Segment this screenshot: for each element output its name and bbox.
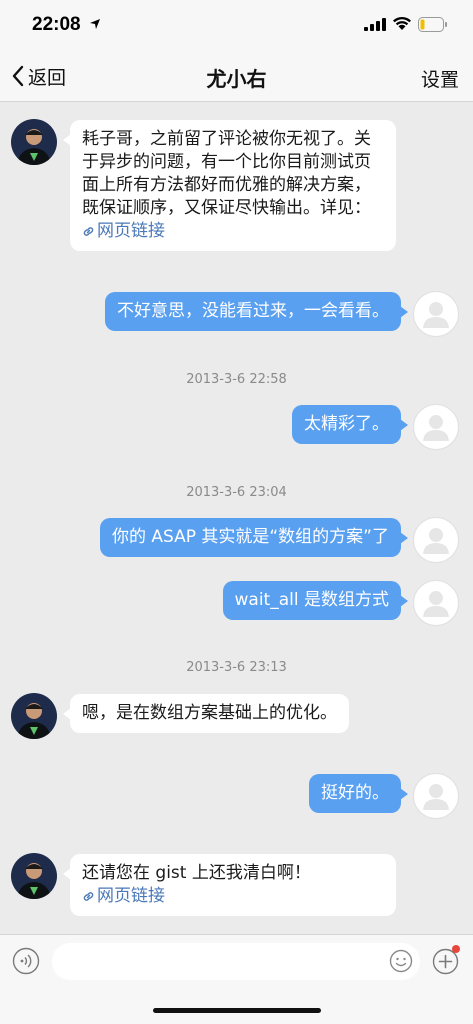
home-indicator[interactable] (153, 1008, 321, 1013)
user-avatar-icon (11, 119, 57, 165)
message-bubble-outgoing[interactable]: 太精彩了。 (292, 405, 408, 444)
user-avatar-icon (11, 853, 57, 899)
message-text: wait_all 是数组方式 (234, 590, 389, 610)
voice-icon[interactable] (12, 947, 40, 975)
self-avatar[interactable] (413, 580, 459, 626)
default-avatar-icon (423, 415, 449, 441)
self-avatar[interactable] (413, 517, 459, 563)
status-bar: 22:08 (0, 0, 473, 50)
web-link[interactable]: 网页链接 (82, 886, 165, 906)
message-bubble-incoming[interactable]: 耗子哥，之前留了评论被你无视了。关于异步的问题，有一个比你目前测试页面上所有方法… (63, 120, 396, 251)
message-text: 耗子哥，之前留了评论被你无视了。关于异步的问题，有一个比你目前测试页面上所有方法… (82, 129, 371, 218)
self-avatar[interactable] (413, 291, 459, 337)
battery-icon (418, 17, 447, 32)
message-text: 挺好的。 (321, 783, 389, 803)
link-icon (83, 227, 94, 236)
message-bubble-outgoing[interactable]: 不好意思，没能看过来，一会看看。 (105, 292, 408, 331)
web-link-label: 网页链接 (97, 221, 165, 241)
notification-badge (452, 945, 460, 953)
message-bubble-outgoing[interactable]: wait_all 是数组方式 (222, 581, 409, 620)
input-bar (0, 934, 473, 988)
page-title: 尤小右 (206, 67, 267, 91)
message-text: 你的 ASAP 其实就是“数组的方案”了 (111, 527, 389, 547)
avatar[interactable] (11, 853, 57, 899)
default-avatar-icon (423, 591, 449, 617)
message-bubble-incoming[interactable]: 还请您在 gist 上还我清白啊！ 网页链接 (63, 854, 396, 916)
message-text: 嗯，是在数组方案基础上的优化。 (82, 703, 337, 723)
wifi-icon (393, 16, 411, 30)
emoji-icon[interactable] (389, 949, 413, 973)
home-area (0, 988, 473, 1024)
self-avatar[interactable] (413, 773, 459, 819)
timestamp: 2013-3-6 22:58 (186, 372, 287, 387)
settings-button[interactable]: 设置 (421, 65, 459, 92)
default-avatar-icon (423, 302, 449, 328)
web-link[interactable]: 网页链接 (82, 221, 165, 241)
message-text: 不好意思，没能看过来，一会看看。 (117, 301, 389, 321)
default-avatar-icon (423, 528, 449, 554)
message-text: 太精彩了。 (304, 414, 389, 434)
user-avatar-icon (11, 693, 57, 739)
default-avatar-icon (423, 784, 449, 810)
message-text: 还请您在 gist 上还我清白啊！ (82, 863, 311, 883)
web-link-label: 网页链接 (97, 886, 165, 906)
signal-icon (364, 18, 386, 31)
link-icon (83, 892, 94, 901)
timestamp: 2013-3-6 23:13 (186, 660, 287, 675)
message-bubble-outgoing[interactable]: 你的 ASAP 其实就是“数组的方案”了 (99, 518, 409, 557)
avatar[interactable] (11, 119, 57, 165)
location-arrow-icon (90, 19, 100, 29)
chat-area[interactable]: 耗子哥，之前留了评论被你无视了。关于异步的问题，有一个比你目前测试页面上所有方法… (0, 102, 473, 934)
timestamp: 2013-3-6 23:04 (186, 485, 287, 500)
self-avatar[interactable] (413, 404, 459, 450)
status-time: 22:08 (32, 14, 81, 35)
avatar[interactable] (11, 693, 57, 739)
message-input[interactable] (52, 943, 420, 980)
nav-bar: 返回 尤小右 设置 (0, 50, 473, 102)
message-bubble-incoming[interactable]: 嗯，是在数组方案基础上的优化。 (63, 694, 349, 733)
message-bubble-outgoing[interactable]: 挺好的。 (309, 774, 408, 813)
